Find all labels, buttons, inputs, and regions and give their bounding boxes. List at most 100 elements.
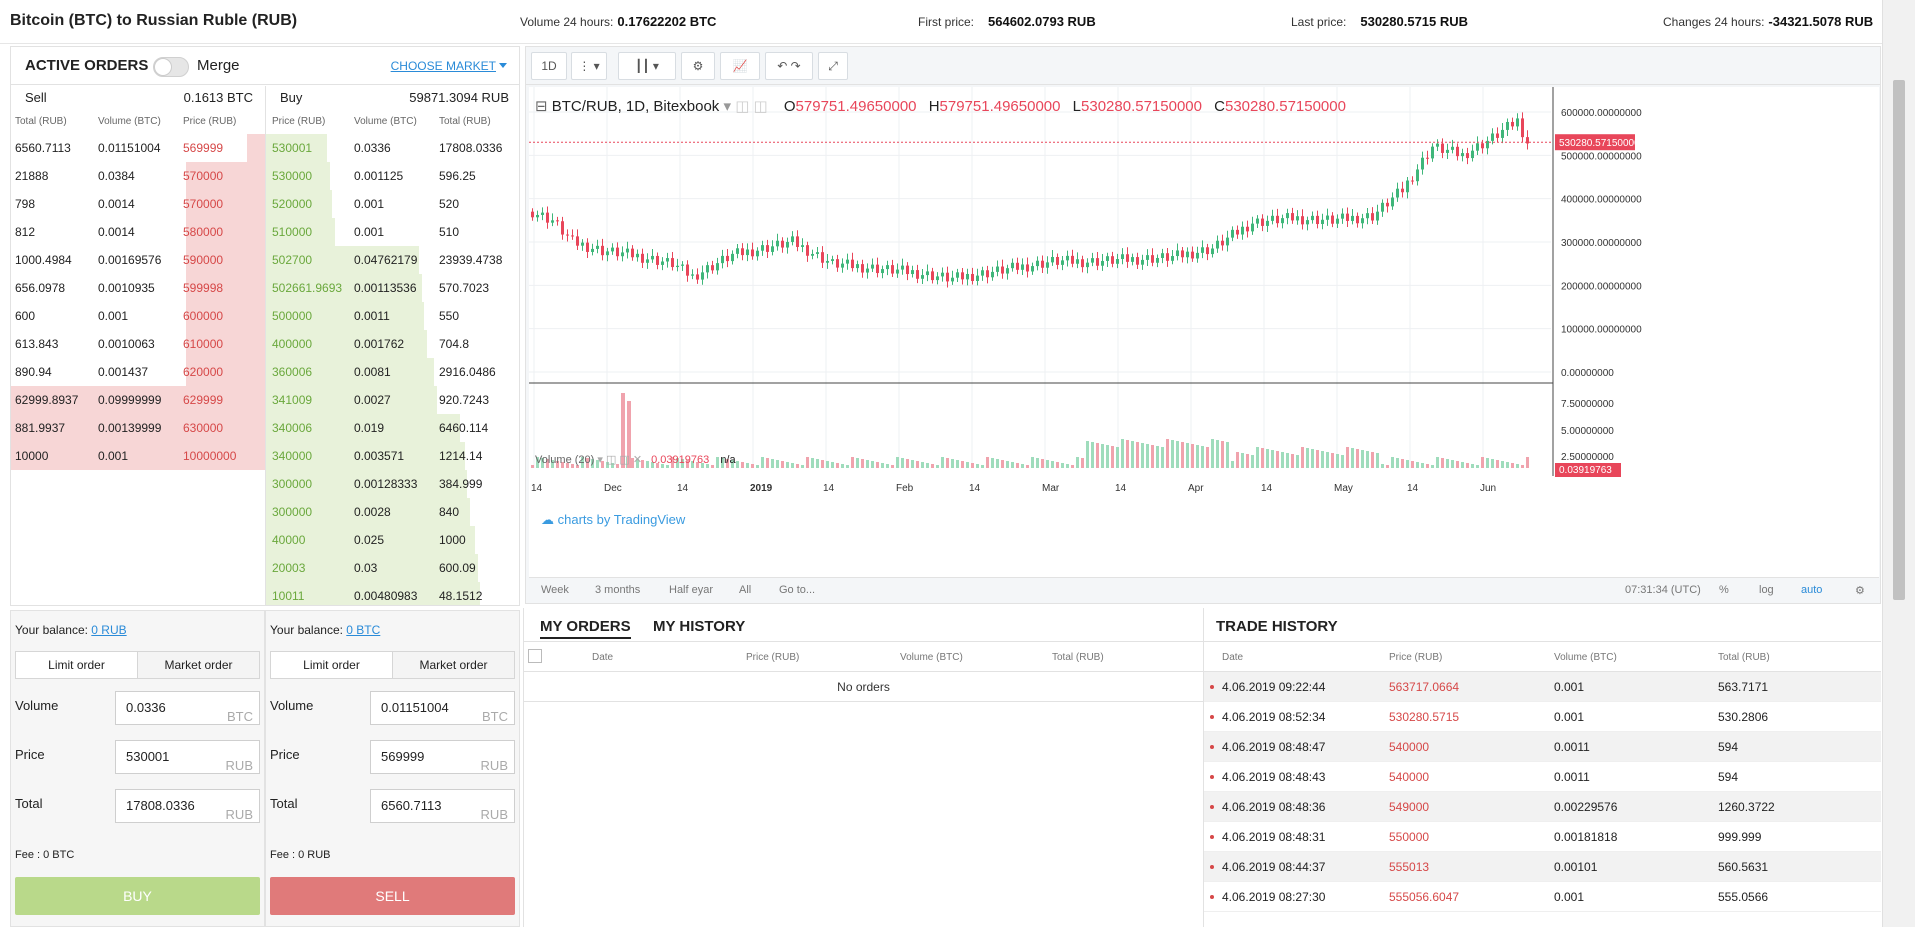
candle-body [606, 251, 609, 256]
percent-toggle[interactable]: % [1719, 584, 1729, 596]
buy-form: Your balance: 0 RUB Limit order Market ord… [10, 610, 265, 927]
total-input[interactable]: 17808.0336 RUB [115, 789, 260, 823]
sell-order-row[interactable]: 600 0.001 600000 [11, 302, 265, 330]
buy-order-row[interactable]: 502700 0.04762179 23939.4738 [266, 246, 519, 274]
candle-body [1491, 133, 1494, 141]
interval-button[interactable]: 1D [531, 52, 567, 80]
candle-body [591, 248, 594, 252]
volume-input[interactable]: 0.0336 BTC [115, 691, 260, 725]
buy-order-row[interactable]: 360006 0.0081 2916.0486 [266, 358, 519, 386]
fullscreen-icon[interactable]: ⤢ [818, 52, 848, 80]
volume-bar [846, 465, 849, 468]
time-axis-label: 14 [1115, 483, 1127, 494]
scrollbar-thumb[interactable] [1893, 80, 1905, 600]
trade-row[interactable]: 4.06.2019 08:48:31 550000 0.00181818 999.99… [1204, 822, 1881, 852]
sell-button[interactable]: SELL [270, 877, 515, 915]
trade-row[interactable]: 4.06.2019 08:48:36 549000 0.00229576 1260.3… [1204, 792, 1881, 822]
buy-order-row[interactable]: 341009 0.0027 920.7243 [266, 386, 519, 414]
buy-order-row[interactable]: 500000 0.0011 550 [266, 302, 519, 330]
buy-order-row[interactable]: 40000 0.025 1000 [266, 526, 519, 554]
sell-order-row[interactable]: 1000.4984 0.00169576 590000 [11, 246, 265, 274]
candlestick-chart[interactable]: 530280.57150000 600000.00000000 500000.000… [529, 87, 1879, 577]
trade-total: 594 [1718, 740, 1739, 754]
buy-order-row[interactable]: 340000 0.003571 1214.14 [266, 442, 519, 470]
page-scrollbar[interactable] [1882, 0, 1915, 927]
sell-order-row[interactable]: 890.94 0.001437 620000 [11, 358, 265, 386]
trade-row[interactable]: 4.06.2019 08:48:43 540000 0.0011 594 [1204, 762, 1881, 792]
volume-bar [1396, 458, 1399, 468]
chart-area[interactable]: 530280.57150000 600000.00000000 500000.000… [529, 87, 1879, 603]
range-week[interactable]: Week [541, 584, 569, 596]
symbol-label[interactable]: BTC/RUB, 1D, Bitexbook [552, 98, 720, 115]
sell-order-row[interactable]: 812 0.0014 580000 [11, 218, 265, 246]
candles-icon[interactable]: ┃┃ ▾ [618, 52, 676, 80]
select-all-checkbox[interactable] [528, 649, 542, 663]
candle-body [1511, 121, 1514, 127]
candle-body [866, 268, 869, 273]
tab-market-order[interactable]: Market order [392, 652, 514, 678]
auto-toggle[interactable]: auto [1801, 584, 1822, 596]
range-all[interactable]: All [739, 584, 751, 596]
price-input[interactable]: 569999 RUB [370, 740, 515, 774]
goto-button[interactable]: Go to... [779, 584, 815, 596]
candle-body [1281, 218, 1284, 224]
gear-icon[interactable]: ⚙ [681, 52, 715, 80]
tab-limit-order[interactable]: Limit order [16, 652, 137, 678]
log-toggle[interactable]: log [1759, 584, 1774, 596]
legend-settings-icon[interactable]: ◫ ◫ [735, 98, 768, 115]
sell-order-row[interactable]: 21888 0.0384 570000 [11, 162, 265, 190]
sell-order-row[interactable]: 62999.8937 0.09999999 629999 [11, 386, 265, 414]
candle-body [1036, 260, 1039, 267]
buy-order-row[interactable]: 530001 0.0336 17808.0336 [266, 134, 519, 162]
trade-history-title: TRADE HISTORY [1216, 618, 1338, 635]
buy-order-row[interactable]: 502661.9693 0.00113536 570.7023 [266, 274, 519, 302]
buy-order-row[interactable]: 400000 0.001762 704.8 [266, 330, 519, 358]
trade-row[interactable]: 4.06.2019 08:44:37 555013 0.00101 560.5631 [1204, 852, 1881, 882]
sell-order-row[interactable]: 798 0.0014 570000 [11, 190, 265, 218]
order-volume: 0.00128333 [354, 477, 418, 491]
buy-order-row[interactable]: 340006 0.019 6460.114 [266, 414, 519, 442]
order-type-tabs: Limit order Market order [15, 651, 260, 679]
tab-limit-order[interactable]: Limit order [271, 652, 392, 678]
indicators-icon[interactable]: 📈 [720, 52, 760, 80]
sell-order-row[interactable]: 613.843 0.0010063 610000 [11, 330, 265, 358]
sell-order-row[interactable]: 6560.7113 0.01151004 569999 [11, 134, 265, 162]
buy-order-row[interactable]: 530000 0.001125 596.25 [266, 162, 519, 190]
trade-row[interactable]: 4.06.2019 08:27:30 555056.6047 0.001 555.05… [1204, 882, 1881, 912]
tab-my-orders[interactable]: MY ORDERS [540, 618, 631, 639]
volume-bar [786, 462, 789, 468]
range-half-year[interactable]: Half eyar [669, 584, 713, 596]
volume-bar [1286, 453, 1289, 468]
buy-order-row[interactable]: 300000 0.00128333 384.999 [266, 470, 519, 498]
candle-body [816, 252, 819, 254]
tab-market-order[interactable]: Market order [137, 652, 259, 678]
price-input[interactable]: 530001 RUB [115, 740, 260, 774]
undo-redo-icon[interactable]: ↶ ↷ [765, 52, 813, 80]
buy-order-row[interactable]: 20003 0.03 600.09 [266, 554, 519, 582]
chart-legend: ⊟ BTC/RUB, 1D, Bitexbook ▾ ◫ ◫ O579751.4… [535, 98, 1346, 115]
buy-order-row[interactable]: 520000 0.001 520 [266, 190, 519, 218]
more-vert-icon[interactable]: ⋮ ▾ [571, 52, 607, 80]
gear-icon[interactable]: ⚙ [1855, 584, 1865, 597]
candle-body [1396, 188, 1399, 198]
trade-row[interactable]: 4.06.2019 08:48:47 540000 0.0011 594 [1204, 732, 1881, 762]
tradingview-watermark[interactable]: ☁ charts by TradingView [541, 512, 685, 528]
balance-link[interactable]: 0 RUB [91, 623, 126, 637]
choose-market-link[interactable]: CHOOSE MARKET [391, 59, 507, 73]
total-input[interactable]: 6560.7113 RUB [370, 789, 515, 823]
trade-row[interactable]: 4.06.2019 08:52:34 530280.5715 0.001 530.28… [1204, 702, 1881, 732]
buy-order-row[interactable]: 300000 0.0028 840 [266, 498, 519, 526]
sell-order-row[interactable]: 656.0978 0.0010935 599998 [11, 274, 265, 302]
sell-order-row[interactable]: 10000 0.001 10000000 [11, 442, 265, 470]
range-3months[interactable]: 3 months [595, 584, 640, 596]
volume-bar [861, 459, 864, 468]
buy-order-row[interactable]: 510000 0.001 510 [266, 218, 519, 246]
merge-toggle[interactable] [153, 57, 189, 77]
tab-my-history[interactable]: MY HISTORY [653, 618, 745, 635]
balance-link[interactable]: 0 BTC [346, 623, 380, 637]
buy-button[interactable]: BUY [15, 877, 260, 915]
sell-order-row[interactable]: 881.9937 0.00139999 630000 [11, 414, 265, 442]
buy-order-row[interactable]: 10011 0.00480983 48.1512 [266, 582, 519, 605]
trade-row[interactable]: 4.06.2019 09:22:44 563717.0664 0.001 563.71… [1204, 672, 1881, 702]
volume-input[interactable]: 0.01151004 BTC [370, 691, 515, 725]
